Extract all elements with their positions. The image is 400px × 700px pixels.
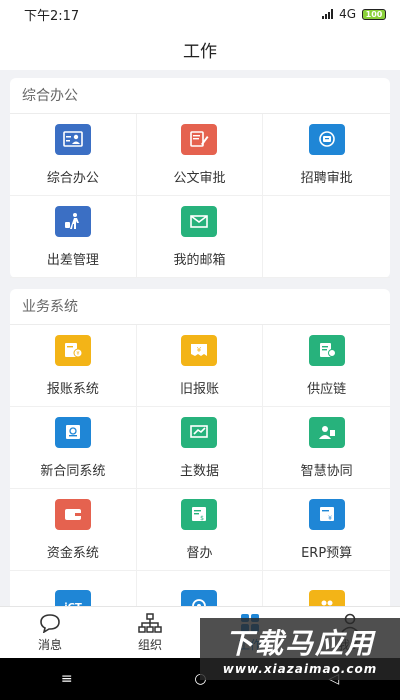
recruit-icon <box>308 123 345 155</box>
section-business: 业务系统 ¥ 报账系统 ¥ 旧报账 供应链 新合同系统 主数据 智慧协同 资金系… <box>10 289 390 606</box>
app-label: 资金系统 <box>46 545 99 561</box>
ict-icon: iCT <box>54 590 91 606</box>
app-item-smart-collab[interactable]: 智慧协同 <box>263 407 390 489</box>
app-item-supervise[interactable]: $ 督办 <box>136 489 264 571</box>
mail-icon <box>181 205 218 237</box>
document-edit-icon <box>181 123 218 155</box>
app-item-users[interactable] <box>263 571 390 606</box>
page-title: 工作 <box>183 41 217 62</box>
app-label: 我的邮箱 <box>173 252 226 268</box>
app-item-recruitment-approval[interactable]: 招聘审批 <box>263 114 390 196</box>
battery-level: 100 <box>365 9 383 19</box>
app-item-master-data[interactable]: 主数据 <box>136 407 264 489</box>
svg-text:¥: ¥ <box>197 346 202 354</box>
app-label: 招聘审批 <box>300 170 353 186</box>
tab-label: 消息 <box>37 638 62 652</box>
app-icon <box>181 590 218 606</box>
app-label: 督办 <box>186 545 213 561</box>
status-icons: 4G 100 <box>322 7 386 21</box>
status-bar: 下午2:17 4G 100 <box>0 0 400 28</box>
menu-icon[interactable]: ≡ <box>61 671 73 687</box>
reimburse-icon: ¥ <box>54 334 91 366</box>
org-chart-icon <box>138 612 162 634</box>
app-label: 智慧协同 <box>300 463 353 479</box>
wallet-icon <box>54 498 91 530</box>
status-time: 下午2:17 <box>24 8 80 24</box>
watermark-url: www.xiazaimao.com <box>222 662 378 676</box>
app-label: 新合同系统 <box>40 463 106 479</box>
app-item-supply-chain[interactable]: 供应链 <box>263 325 390 407</box>
app-item-old-reimbursement[interactable]: ¥ 旧报账 <box>136 325 264 407</box>
battery-icon: 100 <box>362 8 386 20</box>
app-item-reimbursement[interactable]: ¥ 报账系统 <box>10 325 137 407</box>
section-office: 综合办公 综合办公 公文审批 招聘审批 出差管理 我的邮箱 <box>10 78 390 278</box>
app-label: 报账系统 <box>46 381 99 397</box>
app-item-document-approval[interactable]: 公文审批 <box>136 114 264 196</box>
app-label: 出差管理 <box>46 252 99 268</box>
watermark: 下载马应用 www.xiazaimao.com <box>200 618 400 680</box>
users-icon <box>308 590 345 606</box>
svg-text:$: $ <box>201 515 205 522</box>
svg-text:¥: ¥ <box>328 515 332 522</box>
chart-board-icon <box>181 416 218 448</box>
app-grid: ¥ 报账系统 ¥ 旧报账 供应链 新合同系统 主数据 智慧协同 资金系统 $ 督… <box>10 325 390 606</box>
supply-chain-icon <box>308 334 345 366</box>
chat-bubble-icon <box>39 612 61 634</box>
contract-icon <box>54 416 91 448</box>
section-title: 综合办公 <box>10 78 390 114</box>
app-label: 主数据 <box>179 463 219 479</box>
app-item-erp-budget[interactable]: ¥ ERP预算 <box>263 489 390 571</box>
tab-label: 组织 <box>137 638 162 652</box>
svg-text:¥: ¥ <box>76 351 79 357</box>
app-item-app[interactable] <box>137 571 264 606</box>
signal-icon <box>322 9 334 19</box>
supervise-icon: $ <box>181 498 218 530</box>
app-label: 综合办公 <box>46 170 99 186</box>
main-content[interactable]: 综合办公 综合办公 公文审批 招聘审批 出差管理 我的邮箱 业务系统 ¥ 报账系… <box>0 70 400 606</box>
app-item-my-mailbox[interactable]: 我的邮箱 <box>136 196 264 278</box>
app-item-general-office[interactable]: 综合办公 <box>10 114 137 196</box>
app-label: ERP预算 <box>301 545 353 561</box>
tab-messages[interactable]: 消息 <box>0 607 100 658</box>
app-item-ict[interactable]: iCT <box>10 571 137 606</box>
app-item-new-contract[interactable]: 新合同系统 <box>10 407 137 489</box>
watermark-text: 下载马应用 <box>224 627 375 660</box>
tab-organization[interactable]: 组织 <box>100 607 200 658</box>
collaboration-icon <box>308 416 345 448</box>
app-item-funds[interactable]: 资金系统 <box>10 489 137 571</box>
id-card-icon <box>54 123 91 155</box>
app-label: 供应链 <box>307 381 347 397</box>
empty-cell <box>263 196 390 278</box>
traveler-icon <box>54 205 91 237</box>
old-reimburse-icon: ¥ <box>181 334 218 366</box>
app-label: 公文审批 <box>173 170 226 186</box>
app-label: 旧报账 <box>179 381 219 397</box>
network-type: 4G <box>339 7 356 21</box>
section-title: 业务系统 <box>10 289 390 325</box>
app-item-business-trip[interactable]: 出差管理 <box>10 196 137 278</box>
budget-icon: ¥ <box>308 498 345 530</box>
header: 工作 <box>0 28 400 70</box>
app-grid: 综合办公 公文审批 招聘审批 出差管理 我的邮箱 <box>10 114 390 278</box>
